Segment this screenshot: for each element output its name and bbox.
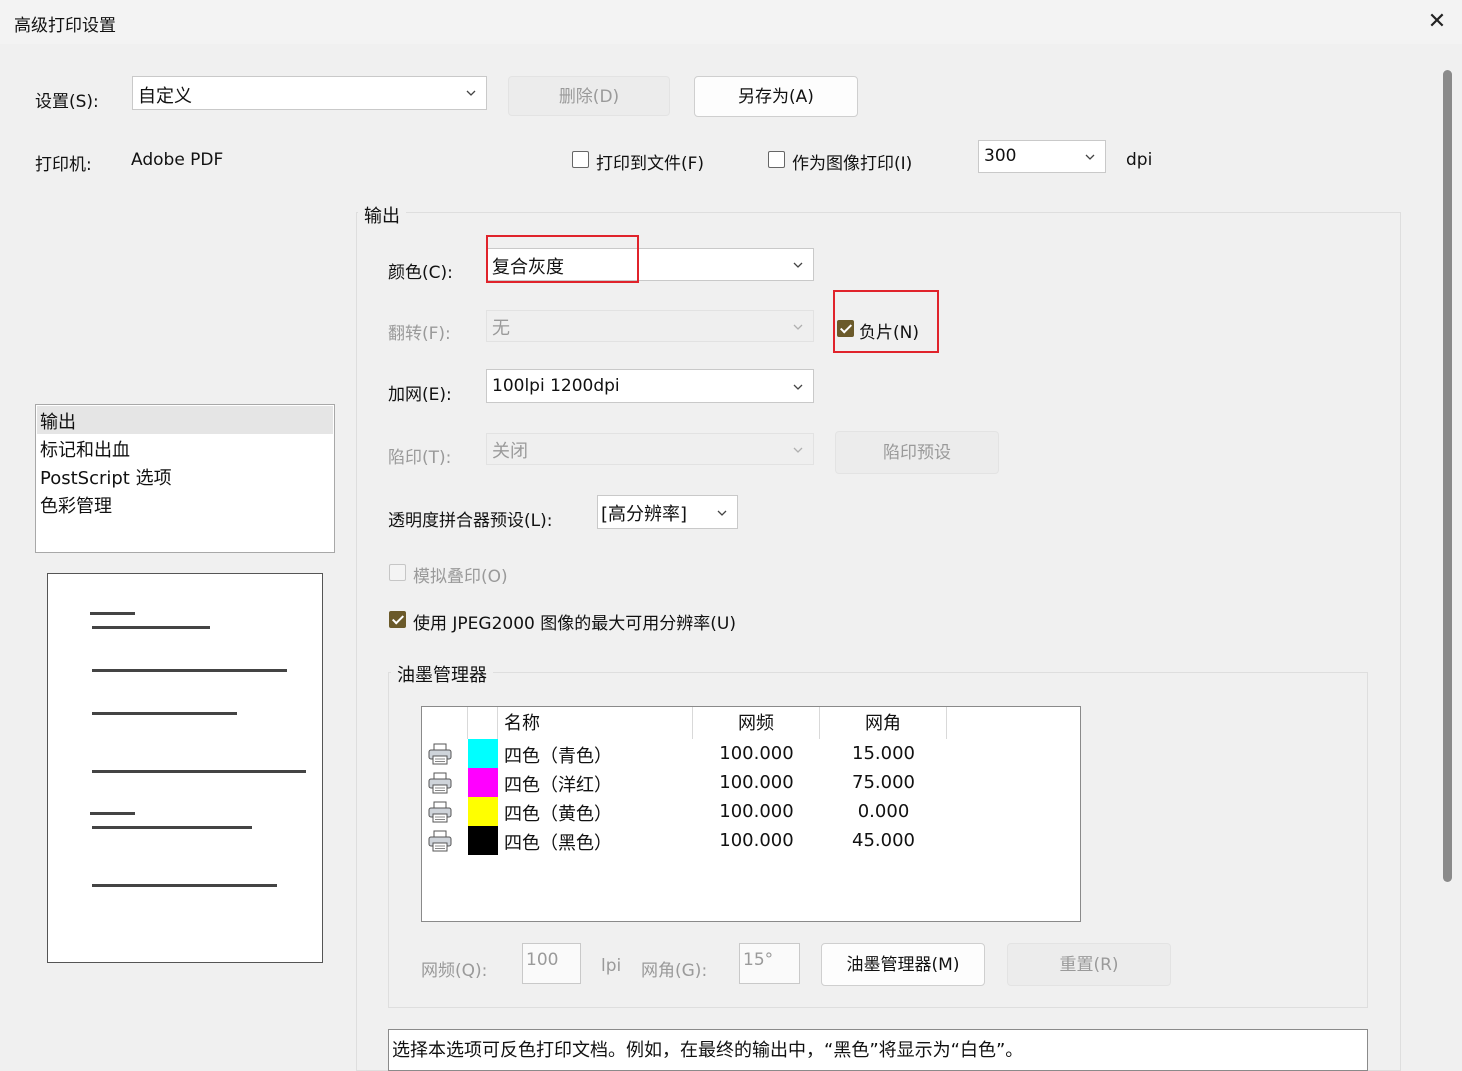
trapping-dropdown[interactable]: 关闭: [486, 433, 814, 465]
printer-icon[interactable]: [428, 830, 452, 852]
jpeg2000-checkbox[interactable]: [389, 611, 406, 628]
list-item-color-management[interactable]: 色彩管理: [40, 492, 112, 518]
chevron-down-icon: [793, 384, 803, 390]
flattener-label: 透明度拼合器预设(L):: [388, 511, 553, 531]
ink-name: 四色（黄色）: [504, 804, 612, 825]
ink-color-swatch: [468, 797, 498, 826]
ink-angle: 15.000: [852, 743, 915, 764]
table-row[interactable]: 四色（洋红） 100.000 75.000: [422, 768, 1080, 797]
screening-label: 加网(E):: [388, 385, 452, 405]
highlight-box-negative: [833, 290, 939, 353]
chevron-down-icon: [1085, 154, 1095, 160]
selected-highlight: [37, 406, 333, 434]
settings-value: 自定义: [138, 86, 192, 107]
col-header-icon: [422, 707, 468, 739]
list-item-output[interactable]: 输出: [40, 408, 76, 434]
save-as-button[interactable]: 另存为(A): [694, 76, 858, 117]
flip-value: 无: [492, 318, 510, 339]
flip-dropdown[interactable]: 无: [486, 310, 814, 342]
category-list[interactable]: 输出 标记和出血 PostScript 选项 色彩管理: [35, 404, 335, 553]
trapping-label: 陷印(T):: [388, 448, 452, 468]
col-header-frequency[interactable]: 网频: [693, 707, 820, 739]
print-to-file-label: 打印到文件(F): [596, 154, 705, 174]
highlight-box-color: [486, 235, 639, 283]
frequency-unit: lpi: [601, 956, 622, 976]
page-preview: [47, 573, 323, 963]
output-group-title: 输出: [358, 202, 406, 228]
printer-label: 打印机:: [35, 155, 92, 175]
reset-button[interactable]: 重置(R): [1007, 943, 1171, 986]
ink-frequency: 100.000: [719, 743, 794, 764]
color-label: 颜色(C):: [388, 263, 453, 283]
col-header-angle[interactable]: 网角: [820, 707, 947, 739]
description-box: 选择本选项可反色打印文档。例如，在最终的输出中，“黑色”将显示为“白色”。: [388, 1029, 1368, 1071]
chevron-down-icon: [717, 510, 727, 516]
table-row[interactable]: 四色（黑色） 100.000 45.000: [422, 826, 1080, 855]
ink-name: 四色（黑色）: [504, 833, 612, 854]
table-row[interactable]: 四色（青色） 100.000 15.000: [422, 739, 1080, 768]
ink-manager-title: 油墨管理器: [391, 661, 493, 687]
col-header-name[interactable]: 名称: [498, 707, 693, 739]
frequency-value: 100: [526, 950, 559, 970]
list-item-marks-bleed[interactable]: 标记和出血: [40, 436, 130, 462]
ink-angle: 0.000: [857, 801, 910, 822]
settings-label: 设置(S):: [35, 92, 99, 112]
table-row[interactable]: 四色（黄色） 100.000 0.000: [422, 797, 1080, 826]
frequency-input[interactable]: 100: [522, 943, 581, 984]
trapping-value: 关闭: [492, 441, 528, 462]
list-item-postscript[interactable]: PostScript 选项: [40, 464, 172, 490]
simulate-overprint-label: 模拟叠印(O): [413, 567, 508, 587]
ink-name: 四色（青色）: [504, 746, 612, 767]
flattener-value: [高分辨率]: [601, 504, 688, 525]
settings-dropdown[interactable]: 自定义: [132, 76, 487, 110]
chevron-down-icon: [466, 90, 476, 96]
ink-frequency: 100.000: [719, 830, 794, 851]
ink-frequency: 100.000: [719, 801, 794, 822]
printer-icon[interactable]: [428, 801, 452, 823]
print-as-image-label: 作为图像打印(I): [792, 154, 913, 174]
print-as-image-checkbox[interactable]: [768, 151, 785, 168]
printer-icon[interactable]: [428, 772, 452, 794]
description-text: 选择本选项可反色打印文档。例如，在最终的输出中，“黑色”将显示为“白色”。: [392, 1040, 1024, 1061]
ink-table[interactable]: 名称 网频 网角 四色（青色） 100.000 15.000 四色（洋红） 100.00…: [421, 706, 1081, 922]
ink-angle: 45.000: [852, 830, 915, 851]
title-bar: [0, 0, 1462, 44]
flattener-dropdown[interactable]: [高分辨率]: [597, 495, 738, 529]
scrollbar-thumb[interactable]: [1443, 70, 1452, 882]
close-icon[interactable]: ✕: [1420, 4, 1454, 40]
ink-color-swatch: [468, 826, 498, 855]
ink-name: 四色（洋红）: [504, 775, 612, 796]
angle-value: 15°: [743, 950, 774, 970]
chevron-down-icon: [793, 324, 803, 330]
jpeg2000-label: 使用 JPEG2000 图像的最大可用分辨率(U): [413, 614, 736, 634]
simulate-overprint-checkbox[interactable]: [389, 564, 406, 581]
dpi-dropdown[interactable]: 300: [978, 140, 1106, 173]
screening-dropdown[interactable]: 100lpi 1200dpi: [486, 369, 814, 403]
trap-presets-button[interactable]: 陷印预设: [835, 431, 999, 474]
dpi-unit: dpi: [1126, 150, 1153, 170]
chevron-down-icon: [793, 262, 803, 268]
flip-label: 翻转(F):: [388, 324, 451, 344]
screening-value: 100lpi 1200dpi: [492, 376, 620, 396]
dpi-value: 300: [984, 146, 1017, 166]
print-to-file-checkbox[interactable]: [572, 151, 589, 168]
window-title: 高级打印设置: [14, 16, 116, 36]
col-header-swatch: [468, 707, 498, 739]
ink-color-swatch: [468, 768, 498, 797]
frequency-label: 网频(Q):: [421, 961, 488, 981]
printer-name: Adobe PDF: [131, 150, 224, 170]
ink-manager-button[interactable]: 油墨管理器(M): [821, 943, 985, 986]
ink-color-swatch: [468, 739, 498, 768]
delete-button[interactable]: 删除(D): [508, 76, 670, 116]
ink-frequency: 100.000: [719, 772, 794, 793]
angle-input[interactable]: 15°: [739, 943, 800, 984]
ink-angle: 75.000: [852, 772, 915, 793]
angle-label: 网角(G):: [641, 961, 708, 981]
printer-icon[interactable]: [428, 743, 452, 765]
chevron-down-icon: [793, 447, 803, 453]
